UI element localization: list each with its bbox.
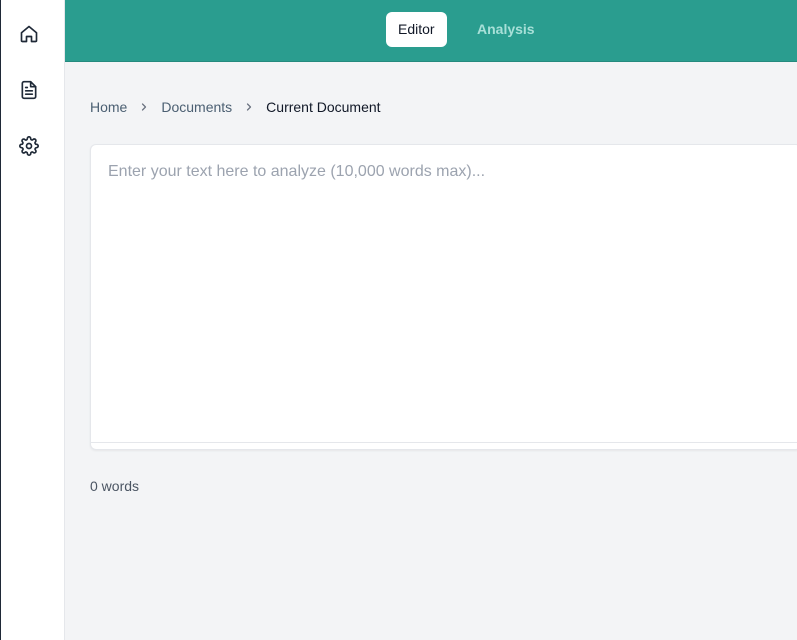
breadcrumb-home[interactable]: Home xyxy=(90,99,127,115)
document-icon xyxy=(19,80,39,100)
tab-editor[interactable]: Editor xyxy=(386,12,447,47)
sidebar-item-settings[interactable] xyxy=(15,132,43,160)
chevron-right-icon xyxy=(232,101,266,113)
sidebar xyxy=(1,0,65,640)
tab-analysis[interactable]: Analysis xyxy=(465,12,547,47)
editor-card xyxy=(90,144,797,450)
home-icon xyxy=(19,24,39,44)
breadcrumb: Home Documents Current Document xyxy=(90,97,381,117)
chevron-right-icon xyxy=(127,101,161,113)
sidebar-item-home[interactable] xyxy=(15,20,43,48)
breadcrumb-current: Current Document xyxy=(266,99,381,115)
app-window: Editor Analysis Home Documents Current D… xyxy=(0,0,797,640)
word-count: 0 words xyxy=(90,478,140,494)
top-bar: Editor Analysis xyxy=(65,0,797,62)
breadcrumb-documents[interactable]: Documents xyxy=(161,99,232,115)
text-editor-input[interactable] xyxy=(91,145,797,443)
gear-icon xyxy=(19,136,39,156)
sidebar-item-documents[interactable] xyxy=(15,76,43,104)
